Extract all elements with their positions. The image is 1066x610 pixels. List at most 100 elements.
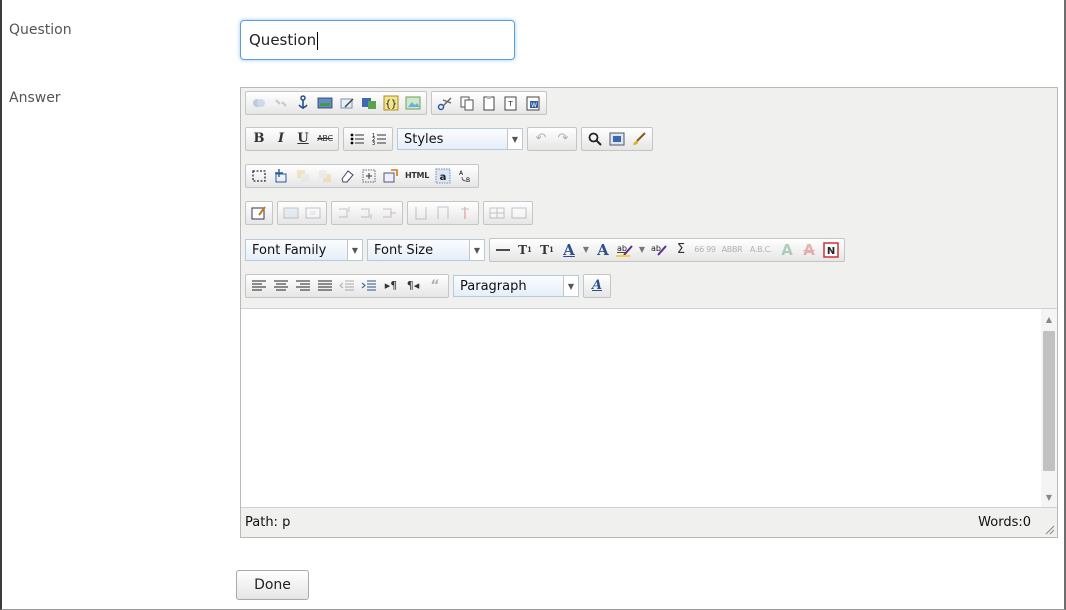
fullscreen-icon[interactable] <box>607 129 627 149</box>
align-group: ▸¶ ¶◂ “ <box>245 274 449 298</box>
chevron-down-icon[interactable]: ▼ <box>637 240 647 260</box>
question-input[interactable]: Question <box>240 20 515 60</box>
visual-aid-icon[interactable] <box>359 166 379 186</box>
svg-text:W: W <box>531 102 537 109</box>
scroll-up-icon[interactable]: ▲ <box>1041 311 1057 327</box>
outdent-icon[interactable] <box>337 276 357 296</box>
style-props-icon[interactable]: A <box>587 276 607 296</box>
toolbar-row-6: ▸¶ ¶◂ “ Paragraph ▼ A <box>245 274 615 298</box>
subscript-icon[interactable]: T1 <box>537 240 557 260</box>
superscript-icon[interactable]: T1 <box>515 240 535 260</box>
abbr-highlight-icon[interactable]: a <box>433 166 453 186</box>
editor-content-area[interactable]: ▲ ▼ <box>241 308 1057 508</box>
move-backward-icon[interactable] <box>315 166 335 186</box>
cleanup-icon[interactable] <box>337 93 357 113</box>
done-button[interactable]: Done <box>236 570 309 600</box>
underline-icon[interactable]: U <box>293 129 313 149</box>
redo-icon[interactable]: ↷ <box>553 129 573 149</box>
rtl-icon[interactable]: ¶◂ <box>403 276 423 296</box>
unlink-icon[interactable] <box>271 93 291 113</box>
undo-icon[interactable]: ↶ <box>531 129 551 149</box>
horizontal-rule-icon[interactable] <box>493 240 513 260</box>
text-caret <box>317 31 319 50</box>
link-icon[interactable] <box>249 93 269 113</box>
abbr-icon[interactable]: ABBR <box>719 240 745 260</box>
answer-label: Answer <box>9 90 61 106</box>
cite-icon[interactable]: 66 99 <box>693 240 717 260</box>
code-icon[interactable]: {} <box>381 93 401 113</box>
insert-col-before-icon[interactable] <box>411 203 431 223</box>
highlight-color-icon[interactable]: ab <box>615 240 635 260</box>
styles-select[interactable]: Styles ▼ <box>397 128 523 150</box>
font-family-select-value: Font Family <box>252 242 327 258</box>
delete-col-icon[interactable] <box>455 203 475 223</box>
text-style-group: T1 T1 A ▼ A ab ▼ ab Σ 66 99 ABBR A.B.C. … <box>489 238 845 262</box>
search-icon[interactable] <box>585 129 605 149</box>
insert-row-after-icon[interactable] <box>357 203 377 223</box>
align-center-icon[interactable] <box>271 276 291 296</box>
move-forward-icon[interactable] <box>293 166 313 186</box>
scroll-down-icon[interactable]: ▼ <box>1041 489 1057 505</box>
table-col-group <box>407 201 479 225</box>
vertical-scrollbar[interactable]: ▲ ▼ <box>1041 309 1057 507</box>
toolbar-row-1: {} T W <box>245 91 551 115</box>
paragraph-select[interactable]: Paragraph ▼ <box>453 275 579 297</box>
copy-icon[interactable] <box>457 93 477 113</box>
font-size-select[interactable]: Font Size ▼ <box>367 239 485 261</box>
attributes-icon[interactable] <box>381 166 401 186</box>
resize-grip-icon[interactable] <box>1043 523 1055 535</box>
chevron-down-icon[interactable]: ▼ <box>581 240 591 260</box>
merge-cells-icon[interactable] <box>509 203 529 223</box>
insert-layer-icon[interactable] <box>271 166 291 186</box>
sigma-icon[interactable]: Σ <box>671 240 691 260</box>
anchor-icon[interactable] <box>293 93 313 113</box>
italic-icon[interactable]: I <box>271 129 291 149</box>
insert-row-before-icon[interactable] <box>335 203 355 223</box>
acronym-icon[interactable]: A.B.C. <box>747 240 775 260</box>
brush-icon[interactable] <box>629 129 649 149</box>
svg-text:a: a <box>440 172 447 183</box>
numbered-list-icon[interactable]: 123 <box>369 129 389 149</box>
align-left-icon[interactable] <box>249 276 269 296</box>
paste-text-icon[interactable]: T <box>501 93 521 113</box>
eraser-icon[interactable] <box>337 166 357 186</box>
chevron-down-icon: ▼ <box>507 129 522 149</box>
image-icon[interactable] <box>315 93 335 113</box>
insert-col-after-icon[interactable] <box>433 203 453 223</box>
cell-props-icon[interactable] <box>303 203 323 223</box>
bullet-list-icon[interactable] <box>347 129 367 149</box>
paste-word-icon[interactable]: W <box>523 93 543 113</box>
bold-icon[interactable]: B <box>249 129 269 149</box>
blockquote-icon[interactable]: “ <box>425 276 445 296</box>
row-props-icon[interactable] <box>281 203 301 223</box>
align-right-icon[interactable] <box>293 276 313 296</box>
select-region-icon[interactable] <box>249 166 269 186</box>
paste-icon[interactable] <box>479 93 499 113</box>
chevron-down-icon: ▼ <box>469 240 484 260</box>
emotions-icon[interactable] <box>403 93 423 113</box>
font-family-select[interactable]: Font Family ▼ <box>245 239 363 261</box>
nonbreaking-icon[interactable]: N <box>821 240 841 260</box>
svg-text:{}: {} <box>385 99 397 110</box>
font-size-up-icon[interactable]: A <box>593 240 613 260</box>
toolbar-row-4 <box>245 201 537 225</box>
insertion-icon[interactable]: A <box>777 240 797 260</box>
align-justify-icon[interactable] <box>315 276 335 296</box>
indent-icon[interactable] <box>359 276 379 296</box>
styles-select-value: Styles <box>404 131 444 147</box>
media-icon[interactable] <box>359 93 379 113</box>
cut-icon[interactable] <box>435 93 455 113</box>
font-size-select-value: Font Size <box>374 242 434 258</box>
chevron-down-icon: ▼ <box>347 240 362 260</box>
strikethrough-icon[interactable]: ABC <box>315 129 335 149</box>
replace-icon[interactable]: AB <box>455 166 475 186</box>
delete-row-icon[interactable] <box>379 203 399 223</box>
font-color-icon[interactable]: A <box>559 240 579 260</box>
deletion-icon[interactable]: A <box>799 240 819 260</box>
table-props-icon[interactable] <box>249 203 269 223</box>
scroll-thumb[interactable] <box>1043 331 1055 471</box>
html-source-icon[interactable]: HTML <box>403 166 431 186</box>
split-cells-icon[interactable] <box>487 203 507 223</box>
ltr-icon[interactable]: ▸¶ <box>381 276 401 296</box>
bg-color-icon[interactable]: ab <box>649 240 669 260</box>
